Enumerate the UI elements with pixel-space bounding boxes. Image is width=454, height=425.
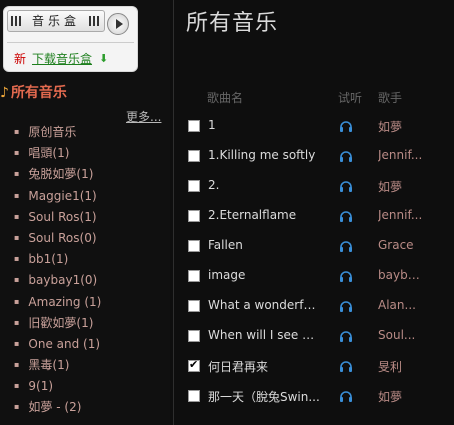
singer-name[interactable]: Alan... (378, 298, 424, 312)
headphones-icon[interactable] (339, 300, 353, 312)
headphones-icon[interactable] (339, 210, 353, 222)
song-title[interactable]: 1.Killing me softly (208, 148, 320, 162)
headphones-icon[interactable] (339, 270, 353, 282)
song-checkbox[interactable] (188, 390, 200, 402)
song-title[interactable]: 2.Eternalflame (208, 208, 320, 222)
sidebar-category-item[interactable]: 唱頭(1) (14, 143, 101, 164)
song-checkbox[interactable] (188, 150, 200, 162)
singer-name[interactable]: 如夢 (378, 388, 424, 405)
song-title[interactable]: Fallen (208, 238, 320, 252)
song-title[interactable]: What a wonderful... (208, 298, 320, 312)
song-row: Fallen Grace (186, 232, 454, 262)
song-title[interactable]: 那一天（脫兔Swin... (208, 388, 320, 405)
category-list: 原创音乐唱頭(1)兔脱如夢(1)Maggie1(1)Soul Ros(1)Sou… (14, 122, 101, 419)
music-note-icon: ♪ (0, 85, 9, 101)
song-row: 那一天（脫兔Swin... 如夢 (186, 382, 454, 412)
song-title[interactable]: 何日君再来 (208, 358, 320, 375)
vertical-divider (173, 0, 174, 425)
song-title[interactable]: 2. (208, 178, 320, 192)
song-checkbox[interactable] (188, 240, 200, 252)
song-checkbox[interactable] (188, 270, 200, 282)
music-box-widget: 音乐盒 新 下载音乐盒 ⬇ (3, 6, 138, 72)
singer-name[interactable]: Jennif... (378, 208, 424, 222)
song-checkbox[interactable] (188, 330, 200, 342)
song-checkbox[interactable] (188, 180, 200, 192)
sidebar-category-item[interactable]: baybay1(0) (14, 270, 101, 291)
song-row: image baybay1 (186, 262, 454, 292)
page-title: 所有音乐 (186, 11, 279, 36)
headphones-icon[interactable] (339, 180, 353, 192)
sidebar-category-item[interactable]: 原创音乐 (14, 122, 101, 143)
sidebar-category-item[interactable]: One and (1) (14, 334, 101, 355)
music-box-title-display: 音乐盒 (7, 10, 105, 32)
download-arrow-icon[interactable]: ⬇ (99, 52, 108, 65)
headphones-icon[interactable] (339, 330, 353, 342)
singer-name[interactable]: Soul... (378, 328, 424, 342)
sidebar-category-item[interactable]: 旧歡如夢(1) (14, 313, 101, 334)
new-badge: 新 (14, 52, 27, 66)
song-checkbox[interactable] (188, 300, 200, 312)
sidebar-category-item[interactable]: Soul Ros(0) (14, 228, 101, 249)
music-box-title: 音乐盒 (31, 14, 80, 28)
sidebar-category-item[interactable]: bb1(1) (14, 249, 101, 270)
sidebar-category-item[interactable]: 如夢 - (2) (14, 397, 101, 418)
headphones-icon[interactable] (339, 390, 353, 402)
song-row: 1.Killing me softly Jennif... (186, 142, 454, 172)
singer-name[interactable]: Grace (378, 238, 424, 252)
sidebar-category-item[interactable]: Maggie1(1) (14, 186, 101, 207)
singer-name[interactable]: baybay1 (378, 268, 424, 282)
song-title[interactable]: image (208, 268, 320, 282)
sidebar-category-item[interactable]: 黑毒(1) (14, 355, 101, 376)
music-box-divider (7, 42, 134, 43)
column-header-listen: 试听 (338, 91, 363, 105)
song-row: 2. 如夢 (186, 172, 454, 202)
equalizer-icon (89, 16, 101, 26)
sidebar-category-item[interactable]: Soul Ros(1) (14, 207, 101, 228)
column-header-song: 歌曲名 (207, 91, 244, 105)
singer-name[interactable]: 旻利 (378, 358, 424, 375)
headphones-icon[interactable] (339, 360, 353, 372)
song-checkbox[interactable] (188, 210, 200, 222)
singer-name[interactable]: 如夢 (378, 178, 424, 195)
headphones-icon[interactable] (339, 240, 353, 252)
singer-name[interactable]: Jennif... (378, 148, 424, 162)
equalizer-icon (11, 16, 23, 26)
sidebar-heading-label: 所有音乐 (10, 85, 67, 101)
headphones-icon[interactable] (339, 150, 353, 162)
column-header-singer: 歌手 (378, 91, 403, 105)
song-row: When will I see you Soul... (186, 322, 454, 352)
headphones-icon[interactable] (339, 120, 353, 132)
play-icon[interactable] (107, 13, 129, 35)
sidebar-category-item[interactable]: Amazing (1) (14, 292, 101, 313)
song-row: 1 如夢 (186, 112, 454, 142)
song-row: What a wonderful... Alan... (186, 292, 454, 322)
song-row: 2.Eternalflame Jennif... (186, 202, 454, 232)
sidebar-heading[interactable]: ♪ 所有音乐 (0, 82, 67, 102)
sidebar-category-item[interactable]: 兔脱如夢(1) (14, 164, 101, 185)
more-link[interactable]: 更多... (126, 108, 161, 125)
song-checkbox[interactable] (188, 120, 200, 132)
song-title[interactable]: 1 (208, 118, 320, 132)
download-music-box-link[interactable]: 下载音乐盒 (32, 50, 92, 67)
sidebar-category-item[interactable]: 9(1) (14, 376, 101, 397)
sidebar: 音乐盒 新 下载音乐盒 ⬇ ♪所有音乐 更多... 原创音乐唱頭(1)兔脱如夢(… (0, 0, 170, 425)
singer-name[interactable]: 如夢 (378, 118, 424, 135)
song-title[interactable]: When will I see you (208, 328, 320, 342)
song-row: 何日君再来 旻利 (186, 352, 454, 382)
partial-row-cutoff (186, 418, 454, 425)
song-checkbox[interactable] (188, 358, 200, 372)
